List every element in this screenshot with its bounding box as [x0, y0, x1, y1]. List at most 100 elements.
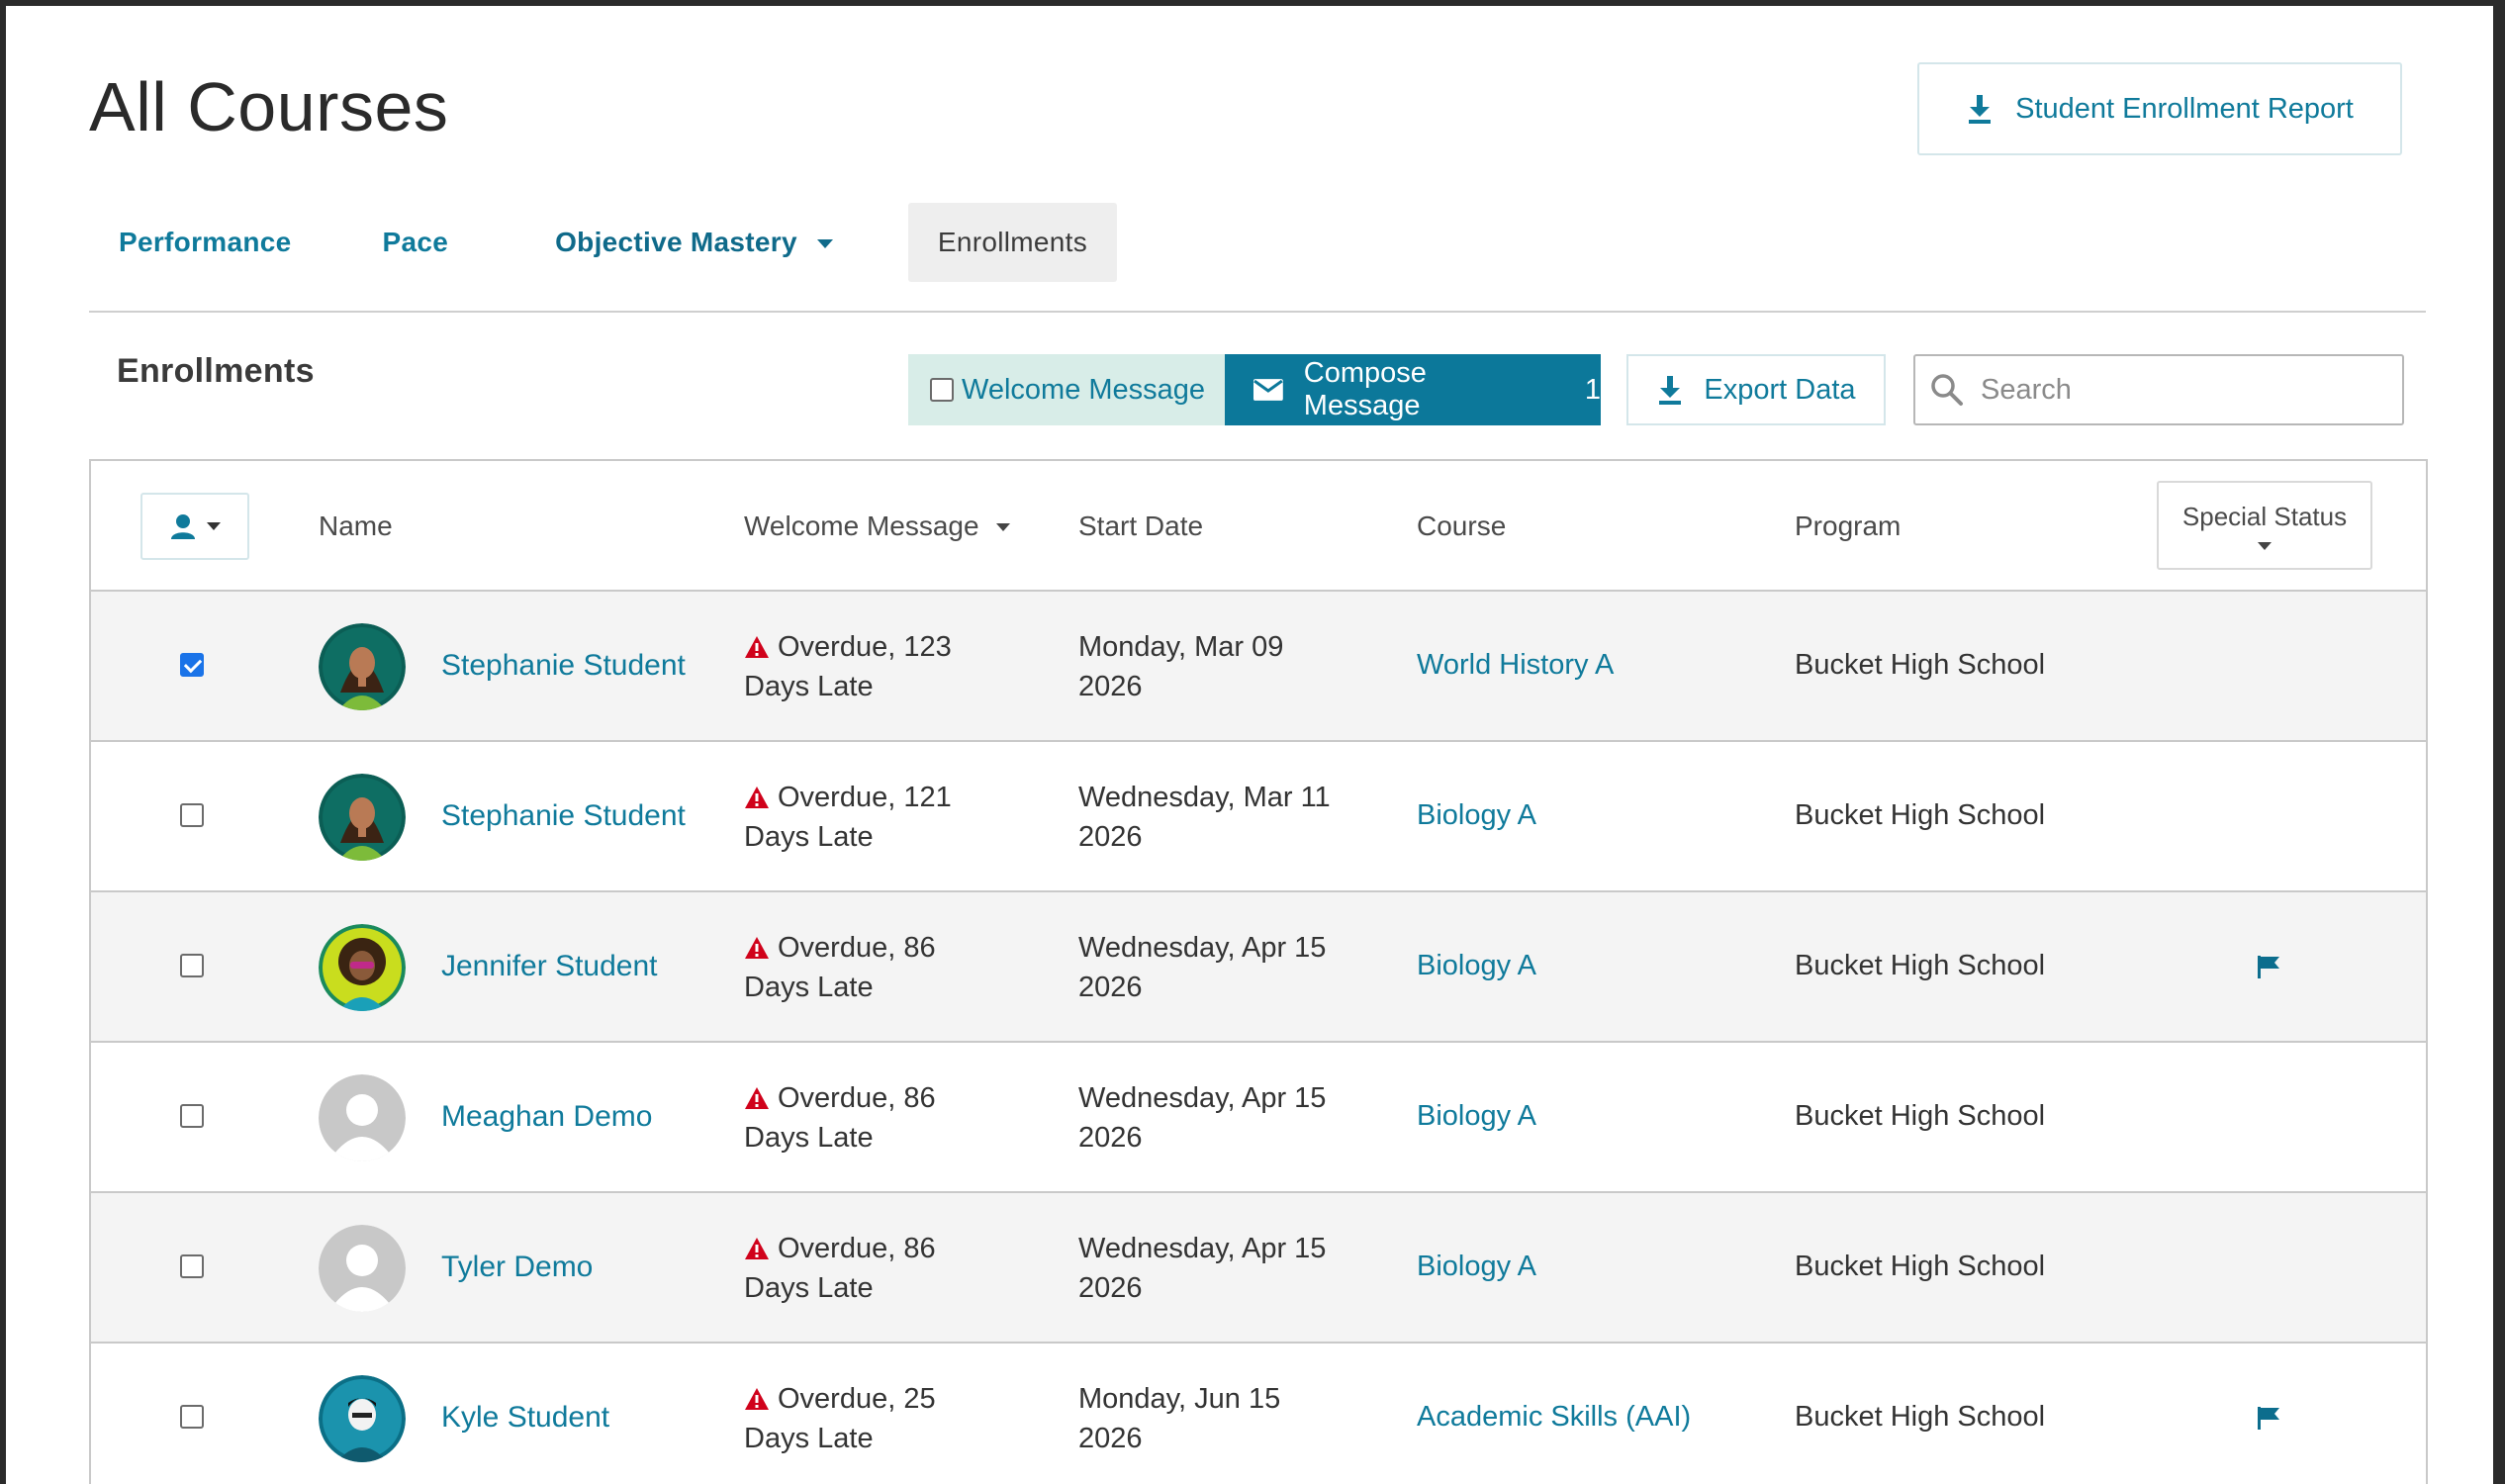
app-frame: All Courses Student Enrollment Report Pe… — [6, 6, 2493, 1484]
student-name-link[interactable]: Kyle Student — [441, 1401, 609, 1435]
row-checkbox[interactable] — [180, 803, 204, 827]
student-name-link[interactable]: Tyler Demo — [441, 1251, 593, 1284]
column-header-program[interactable]: Program — [1795, 510, 1901, 542]
course-link[interactable]: Biology A — [1417, 950, 1536, 982]
start-date-line2: 2026 — [1078, 972, 1143, 1003]
special-status-label: Special Status — [2181, 501, 2348, 531]
column-header-start-date[interactable]: Start Date — [1078, 510, 1203, 542]
welcome-status-line1: Overdue, 86 — [778, 932, 936, 964]
start-date-line2: 2026 — [1078, 671, 1143, 702]
column-header-welcome[interactable]: Welcome Message — [744, 510, 1011, 542]
start-date-line2: 2026 — [1078, 821, 1143, 853]
tab-enrollments[interactable]: Enrollments — [907, 203, 1118, 282]
tab-objective-mastery[interactable]: Objective Mastery — [523, 203, 865, 282]
welcome-status: Overdue, 123 Days Late — [744, 627, 952, 706]
course-link[interactable]: Biology A — [1417, 799, 1536, 832]
report-button-label: Student Enrollment Report — [2015, 92, 2354, 125]
table-row: Jennifer Student Overdue, 86 Days Late W… — [91, 892, 2426, 1043]
welcome-status: Overdue, 86 Days Late — [744, 1229, 936, 1308]
welcome-status: Overdue, 86 Days Late — [744, 1078, 936, 1158]
row-checkbox[interactable] — [180, 1104, 204, 1128]
table-row: Tyler Demo Overdue, 86 Days Late Wednesd… — [91, 1193, 2426, 1344]
welcome-status-line2: Days Late — [744, 972, 874, 1003]
start-date-line2: 2026 — [1078, 1122, 1143, 1154]
student-enrollment-report-button[interactable]: Student Enrollment Report — [1917, 62, 2402, 155]
start-date-line1: Monday, Mar 09 — [1078, 631, 1284, 663]
warning-icon — [745, 787, 769, 808]
start-date-line1: Wednesday, Apr 15 — [1078, 932, 1327, 964]
course-link[interactable]: Academic Skills (AAI) — [1417, 1401, 1691, 1434]
search-input[interactable] — [1981, 373, 2396, 407]
start-date-line1: Wednesday, Apr 15 — [1078, 1082, 1327, 1114]
default-avatar — [319, 1225, 406, 1312]
table-row: Stephanie Student Overdue, 121 Days Late… — [91, 742, 2426, 892]
tab-objective-mastery-label: Objective Mastery — [555, 227, 797, 257]
column-header-course[interactable]: Course — [1417, 510, 1506, 542]
warning-icon — [745, 1087, 769, 1109]
warning-icon — [745, 937, 769, 959]
jennifer-avatar — [319, 924, 406, 1011]
welcome-message-checkbox[interactable] — [930, 378, 954, 402]
student-name-link[interactable]: Meaghan Demo — [441, 1100, 652, 1134]
table-row: Kyle Student Overdue, 25 Days Late Monda… — [91, 1344, 2426, 1484]
row-checkbox[interactable] — [180, 1405, 204, 1429]
warning-icon — [745, 636, 769, 658]
student-name-link[interactable]: Jennifer Student — [441, 950, 657, 983]
student-name-link[interactable]: Stephanie Student — [441, 649, 686, 683]
course-link[interactable]: Biology A — [1417, 1100, 1536, 1133]
compose-message-button[interactable]: Compose Message 1 — [1225, 354, 1601, 425]
download-icon — [1969, 95, 1992, 124]
table-row: Stephanie Student Overdue, 123 Days Late… — [91, 592, 2426, 742]
welcome-message-toggle[interactable]: Welcome Message — [908, 354, 1225, 425]
row-checkbox[interactable] — [180, 954, 204, 977]
export-data-label: Export Data — [1704, 373, 1856, 406]
welcome-status-line2: Days Late — [744, 1272, 874, 1304]
row-checkbox[interactable] — [180, 1254, 204, 1278]
welcome-message-label: Welcome Message — [962, 373, 1206, 406]
start-date-line2: 2026 — [1078, 1272, 1143, 1304]
start-date-line2: 2026 — [1078, 1423, 1143, 1454]
special-status-flag — [2256, 1405, 2281, 1436]
kyle-avatar — [319, 1375, 406, 1462]
enrollments-table: Name Welcome Message Start Date Course P… — [89, 459, 2428, 1484]
default-avatar — [319, 1074, 406, 1161]
person-icon — [171, 514, 195, 539]
warning-icon — [745, 1388, 769, 1410]
course-link[interactable]: World History A — [1417, 649, 1614, 682]
table-body: Stephanie Student Overdue, 123 Days Late… — [91, 592, 2426, 1484]
select-students-dropdown[interactable] — [140, 493, 249, 560]
program-name: Bucket High School — [1795, 1100, 2046, 1132]
compose-message-label: Compose Message — [1303, 357, 1427, 421]
tab-pace[interactable]: Pace — [351, 203, 481, 282]
welcome-status-line1: Overdue, 25 — [778, 1383, 936, 1415]
welcome-status: Overdue, 121 Days Late — [744, 778, 952, 857]
welcome-status: Overdue, 86 Days Late — [744, 928, 936, 1007]
welcome-status-line1: Overdue, 121 — [778, 782, 952, 813]
welcome-status-line1: Overdue, 86 — [778, 1233, 936, 1264]
stephanie-avatar — [319, 623, 406, 710]
welcome-status-line2: Days Late — [744, 671, 874, 702]
section-title: Enrollments — [117, 352, 315, 390]
student-name-link[interactable]: Stephanie Student — [441, 799, 686, 833]
welcome-status: Overdue, 25 Days Late — [744, 1379, 936, 1458]
table-row: Meaghan Demo Overdue, 86 Days Late Wedne… — [91, 1043, 2426, 1193]
tab-bar: Performance Pace Objective Mastery Enrol… — [89, 202, 1118, 283]
start-date: Monday, Mar 09 2026 — [1078, 627, 1283, 706]
special-status-flag — [2256, 954, 2281, 984]
export-data-button[interactable]: Export Data — [1626, 354, 1886, 425]
column-header-welcome-label: Welcome Message — [744, 510, 979, 541]
tab-performance[interactable]: Performance — [89, 203, 324, 282]
special-status-dropdown[interactable]: Special Status — [2157, 481, 2372, 570]
table-header: Name Welcome Message Start Date Course P… — [91, 461, 2426, 592]
start-date-line1: Wednesday, Mar 11 — [1078, 782, 1331, 813]
chevron-down-icon — [816, 239, 833, 248]
course-link[interactable]: Biology A — [1417, 1251, 1536, 1283]
start-date: Wednesday, Apr 15 2026 — [1078, 928, 1326, 1007]
column-header-name[interactable]: Name — [319, 510, 393, 542]
search-icon — [1931, 374, 1963, 406]
start-date: Monday, Jun 15 2026 — [1078, 1379, 1280, 1458]
tab-divider — [89, 311, 2426, 313]
row-checkbox[interactable] — [180, 653, 204, 677]
welcome-status-line2: Days Late — [744, 1122, 874, 1154]
sort-down-icon — [996, 523, 1011, 531]
